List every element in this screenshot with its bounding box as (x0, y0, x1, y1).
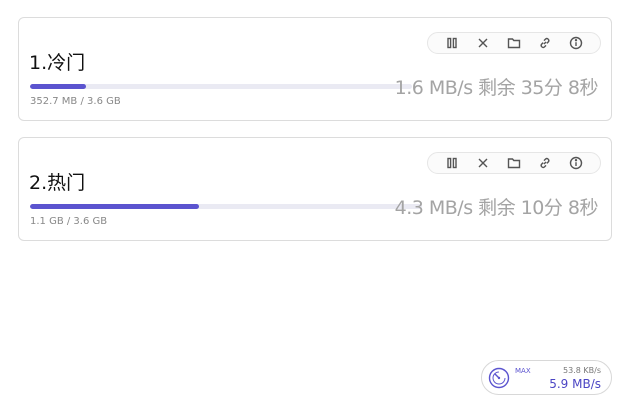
progress-bar (30, 204, 422, 209)
link-icon[interactable] (534, 34, 556, 52)
speedometer-icon (488, 367, 510, 389)
pause-icon[interactable] (441, 34, 463, 52)
close-icon[interactable] (472, 154, 494, 172)
speed-widget[interactable]: MAX 53.8 KB/s 5.9 MB/s (481, 360, 612, 395)
download-title: 1.冷门 (29, 52, 86, 74)
current-speed-value: 5.9 MB/s (549, 377, 601, 391)
link-icon[interactable] (534, 154, 556, 172)
download-size: 1.1 GB / 3.6 GB (30, 216, 108, 227)
max-label: MAX (515, 367, 531, 375)
download-item: 2.热门 1.1 GB / 3.6 GB 4.3 MB/s 剩余 10分 8秒 (18, 137, 612, 241)
progress-fill (30, 204, 199, 209)
download-speed: 1.6 MB/s 剩余 35分 8秒 (394, 77, 599, 99)
max-speed-value: 53.8 KB/s (563, 366, 601, 375)
download-toolbar (427, 152, 601, 174)
download-speed: 4.3 MB/s 剩余 10分 8秒 (394, 197, 599, 219)
info-icon[interactable] (565, 34, 587, 52)
folder-icon[interactable] (503, 154, 525, 172)
pause-icon[interactable] (441, 154, 463, 172)
folder-icon[interactable] (503, 34, 525, 52)
download-title: 2.热门 (29, 172, 86, 194)
download-toolbar (427, 32, 601, 54)
info-icon[interactable] (565, 154, 587, 172)
progress-fill (30, 84, 86, 89)
progress-bar (30, 84, 412, 89)
download-item: 1.冷门 352.7 MB / 3.6 GB 1.6 MB/s 剩余 35分 8… (18, 17, 612, 121)
download-size: 352.7 MB / 3.6 GB (30, 96, 121, 107)
close-icon[interactable] (472, 34, 494, 52)
